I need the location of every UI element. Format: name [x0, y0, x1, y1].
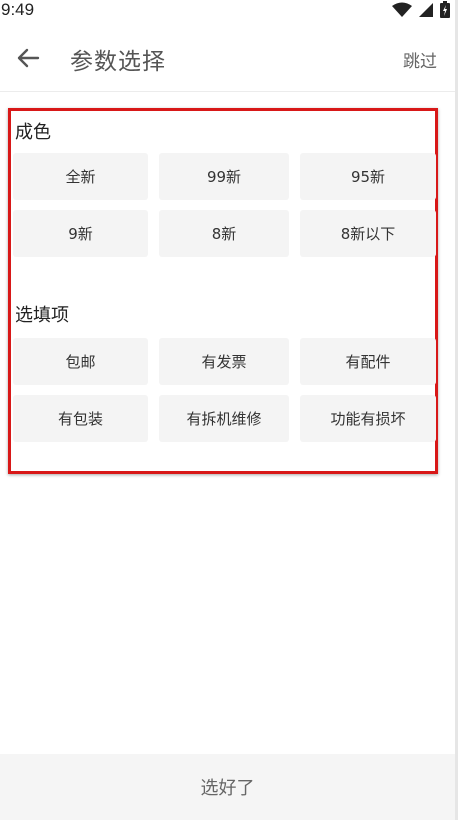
option-extra[interactable]: 有发票: [159, 338, 289, 385]
option-condition[interactable]: 95新: [300, 153, 436, 200]
option-extra[interactable]: 包邮: [13, 338, 148, 385]
page-title: 参数选择: [70, 49, 166, 75]
options-panel: 成色 全新 99新 95新 9新 8新 8新以下 选填项 包邮 有发票 有配件 …: [8, 108, 438, 474]
confirm-button[interactable]: 选好了: [0, 754, 455, 820]
battery-icon: [440, 1, 450, 18]
option-condition[interactable]: 99新: [159, 153, 289, 200]
back-button[interactable]: [14, 44, 42, 72]
status-time: 9:49: [1, 0, 35, 19]
option-condition[interactable]: 8新: [159, 210, 289, 257]
option-condition[interactable]: 全新: [13, 153, 148, 200]
screen: 9:49 参数选择 跳过 成色 全新 99新 95新 9新 8新 8新以下 选填…: [0, 0, 458, 820]
status-icons: [392, 1, 450, 18]
section-title-optional: 选填项: [15, 305, 69, 326]
option-extra[interactable]: 功能有损坏: [300, 395, 436, 442]
option-extra[interactable]: 有拆机维修: [159, 395, 289, 442]
arrow-left-icon: [17, 48, 40, 68]
signal-icon: [419, 2, 433, 17]
toolbar: 参数选择 跳过: [0, 26, 455, 92]
section-title-condition: 成色: [15, 122, 51, 143]
status-bar: 9:49: [0, 0, 458, 22]
wifi-icon: [392, 2, 412, 17]
skip-button[interactable]: 跳过: [403, 47, 437, 72]
option-condition[interactable]: 9新: [13, 210, 148, 257]
option-extra[interactable]: 有配件: [300, 338, 436, 385]
option-extra[interactable]: 有包装: [13, 395, 148, 442]
option-condition[interactable]: 8新以下: [300, 210, 436, 257]
